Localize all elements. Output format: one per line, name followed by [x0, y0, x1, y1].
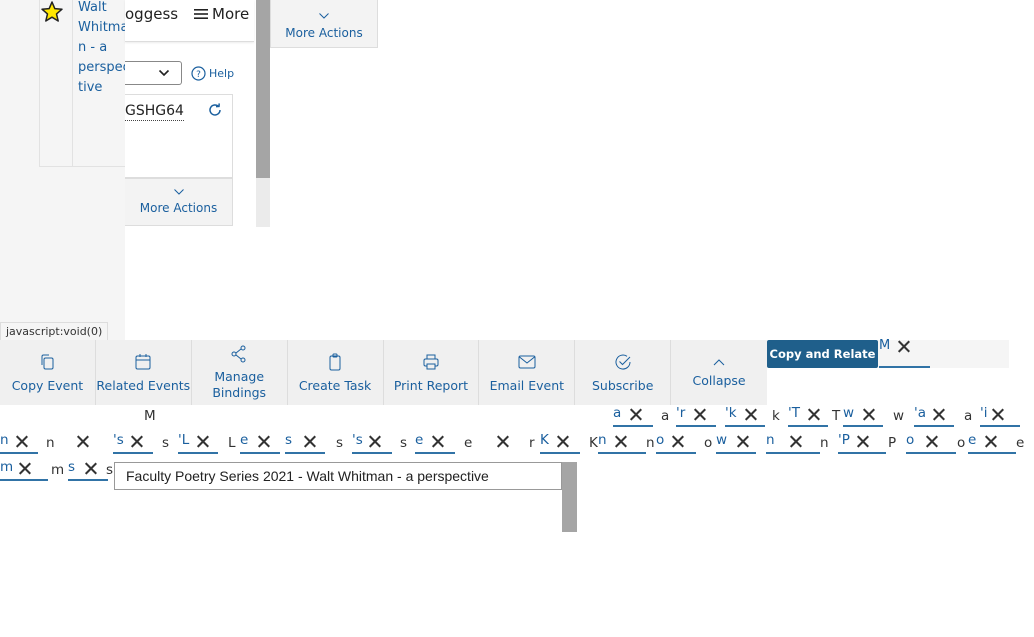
event-title-line: tive [78, 80, 103, 95]
event-title-line: Walt [78, 0, 107, 15]
collapse-button[interactable]: Collapse [671, 340, 767, 405]
email-event-label: Email Event [489, 377, 565, 393]
help-icon: ? [191, 66, 206, 81]
more-label: More [212, 5, 250, 23]
help-link[interactable]: ? Help [191, 66, 234, 81]
refresh-icon[interactable] [207, 102, 223, 122]
tag-row: M a a 'r 'k k 'T T w w 'a a 'i [0, 405, 1034, 429]
related-events-label: Related Events [96, 377, 191, 393]
hamburger-icon [194, 9, 208, 19]
more-actions-label: More Actions [139, 201, 218, 215]
name-cursor-letter: M [144, 408, 156, 424]
close-icon[interactable] [897, 339, 911, 353]
event-title-line: n - a [78, 40, 108, 55]
calendar-icon [135, 353, 151, 369]
scrollbar-thumb[interactable] [256, 0, 270, 178]
copy-event-button[interactable]: Copy Event [0, 340, 96, 405]
svg-text:?: ? [196, 70, 201, 80]
more-menu-button[interactable]: More [193, 5, 249, 23]
chevron-up-icon [713, 358, 725, 365]
share-icon [231, 345, 246, 362]
subscribe-button[interactable]: Subscribe [575, 340, 672, 405]
collapse-label: Collapse [692, 372, 746, 388]
more-actions-button[interactable]: More Actions [125, 178, 233, 226]
status-bar: javascript:void(0) [0, 322, 109, 341]
tag-row: n n 's s 'L L e s s 's s e e r K K n n o… [0, 432, 1034, 456]
check-circle-icon [615, 354, 631, 370]
subscribe-label: Subscribe [591, 377, 654, 393]
event-title-line: Whitma [78, 20, 126, 35]
tag-letter[interactable]: M [879, 338, 890, 353]
chevron-down-icon [173, 189, 184, 195]
copy-event-label: Copy Event [11, 377, 84, 393]
help-label: Help [209, 67, 235, 80]
chevron-down-icon [319, 13, 329, 19]
chevron-down-icon [158, 69, 170, 77]
event-title-line: perspec [78, 60, 126, 75]
more-actions-label: More Actions [285, 26, 363, 40]
related-events-button[interactable]: Related Events [96, 340, 192, 405]
scrollbar-thumb[interactable] [562, 462, 577, 532]
create-task-label: Create Task [298, 377, 372, 393]
copy-and-relate-button[interactable]: Copy and Relate [767, 340, 878, 368]
event-name-input[interactable] [114, 462, 562, 490]
manage-bindings-label: Manage Bindings [212, 368, 267, 400]
print-report-label: Print Report [393, 377, 469, 393]
card-divider [72, 0, 73, 167]
print-report-button[interactable]: Print Report [384, 340, 480, 405]
owner-name: oggess [125, 5, 179, 23]
event-title-link[interactable]: Walt Whitma n - a perspec tive [78, 0, 126, 98]
star-icon[interactable] [40, 0, 64, 24]
tag-underline [879, 366, 930, 368]
clipboard-icon [329, 353, 341, 370]
copy-icon [41, 354, 54, 369]
manage-bindings-button[interactable]: Manage Bindings [192, 340, 288, 405]
view-select[interactable] [125, 61, 182, 85]
reference-code: GSHG64 [125, 103, 184, 121]
event-action-toolbar: Copy Event Related Events Manage Binding… [0, 340, 767, 405]
printer-icon [423, 354, 439, 369]
more-actions-button[interactable]: More Actions [270, 0, 378, 48]
mail-icon [518, 355, 536, 368]
email-event-button[interactable]: Email Event [479, 340, 576, 405]
create-task-button[interactable]: Create Task [288, 340, 384, 405]
